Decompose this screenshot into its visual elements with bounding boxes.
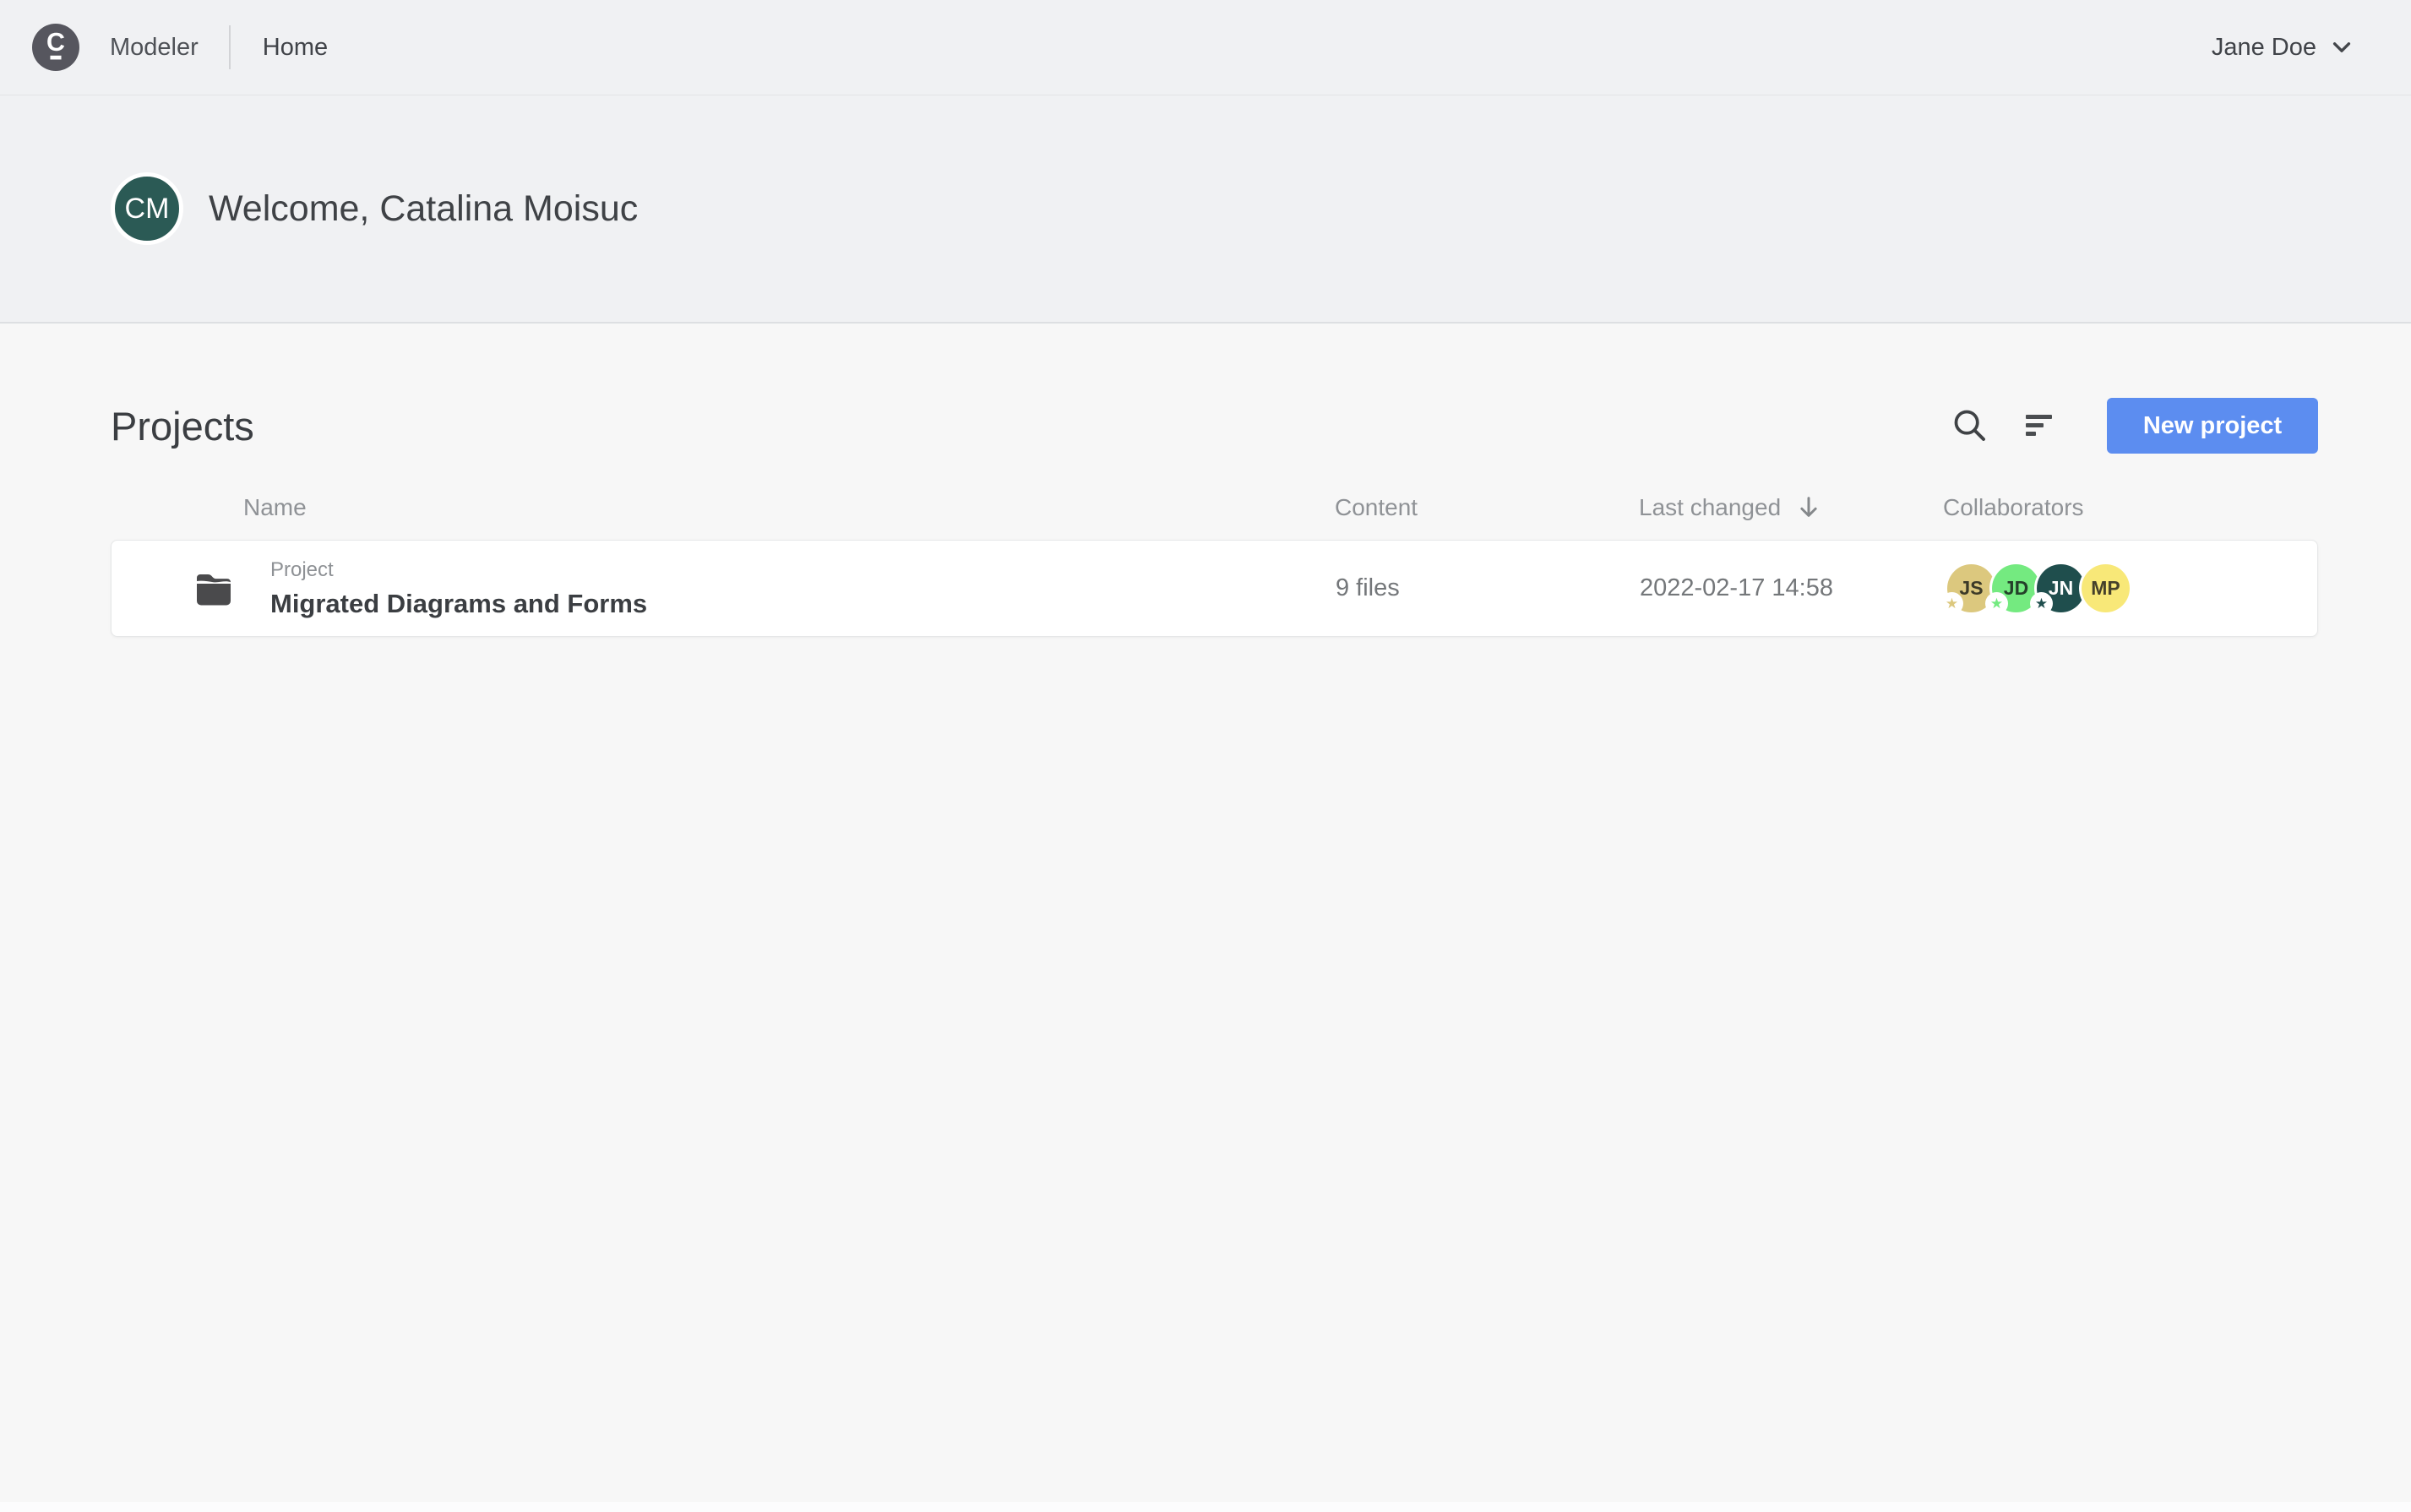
sort-button[interactable]	[2021, 407, 2058, 444]
projects-section: Projects New project	[0, 398, 2411, 637]
search-icon	[1951, 407, 1989, 444]
nav-item-home[interactable]: Home	[263, 34, 328, 62]
welcome-title: Welcome, Catalina Moisuc	[209, 188, 638, 230]
project-title[interactable]: Migrated Diagrams and Forms	[270, 589, 647, 619]
project-last-changed-cell: 2022-02-17 14:58	[1640, 574, 1944, 602]
column-header-last-changed[interactable]: Last changed	[1639, 494, 1943, 521]
project-content-cell: 9 files	[1336, 574, 1640, 602]
project-type-label: Project	[270, 558, 647, 582]
top-navbar: C Modeler Home Jane Doe	[0, 0, 2411, 95]
project-row[interactable]: Project Migrated Diagrams and Forms 9 fi…	[111, 540, 2318, 637]
chevron-down-icon	[2330, 35, 2354, 59]
project-name-text: Project Migrated Diagrams and Forms	[270, 558, 647, 619]
welcome-banner: CM Welcome, Catalina Moisuc	[0, 95, 2411, 324]
column-header-name[interactable]: Name	[111, 494, 1335, 521]
sort-icon	[2022, 411, 2056, 440]
new-project-button[interactable]: New project	[2107, 398, 2318, 454]
search-button[interactable]	[1951, 407, 1989, 444]
folder-icon	[195, 572, 232, 606]
sort-descending-arrow-icon	[1796, 495, 1821, 520]
collaborator-avatar: MP ★	[2082, 564, 2130, 612]
user-name: Jane Doe	[2212, 34, 2316, 62]
product-name: Modeler	[110, 34, 199, 62]
svg-text:C: C	[46, 29, 65, 57]
navbar-divider	[229, 25, 231, 69]
user-avatar-initials: CM	[125, 193, 170, 226]
collaborator-avatar: JN ★	[2037, 564, 2085, 612]
viewport-bottom-strip	[0, 1502, 2411, 1512]
table-header: Name Content Last changed Collaborators	[111, 494, 2318, 521]
page-title: Projects	[111, 403, 254, 449]
project-name-cell: Project Migrated Diagrams and Forms	[112, 558, 1336, 619]
column-header-collaborators: Collaborators	[1943, 494, 2318, 521]
camunda-logo-icon[interactable]: C	[32, 24, 79, 71]
project-collaborators-cell: JS ★ JD ★ JN ★ MP ★	[1944, 564, 2319, 612]
user-menu[interactable]: Jane Doe	[2212, 34, 2354, 62]
star-badge-icon: ★	[1985, 592, 2008, 615]
column-header-content[interactable]: Content	[1335, 494, 1639, 521]
user-avatar: CM	[111, 172, 183, 245]
star-badge-icon: ★	[2030, 592, 2053, 615]
projects-actions: New project	[1951, 398, 2318, 454]
star-badge-icon: ★	[1940, 592, 1963, 615]
